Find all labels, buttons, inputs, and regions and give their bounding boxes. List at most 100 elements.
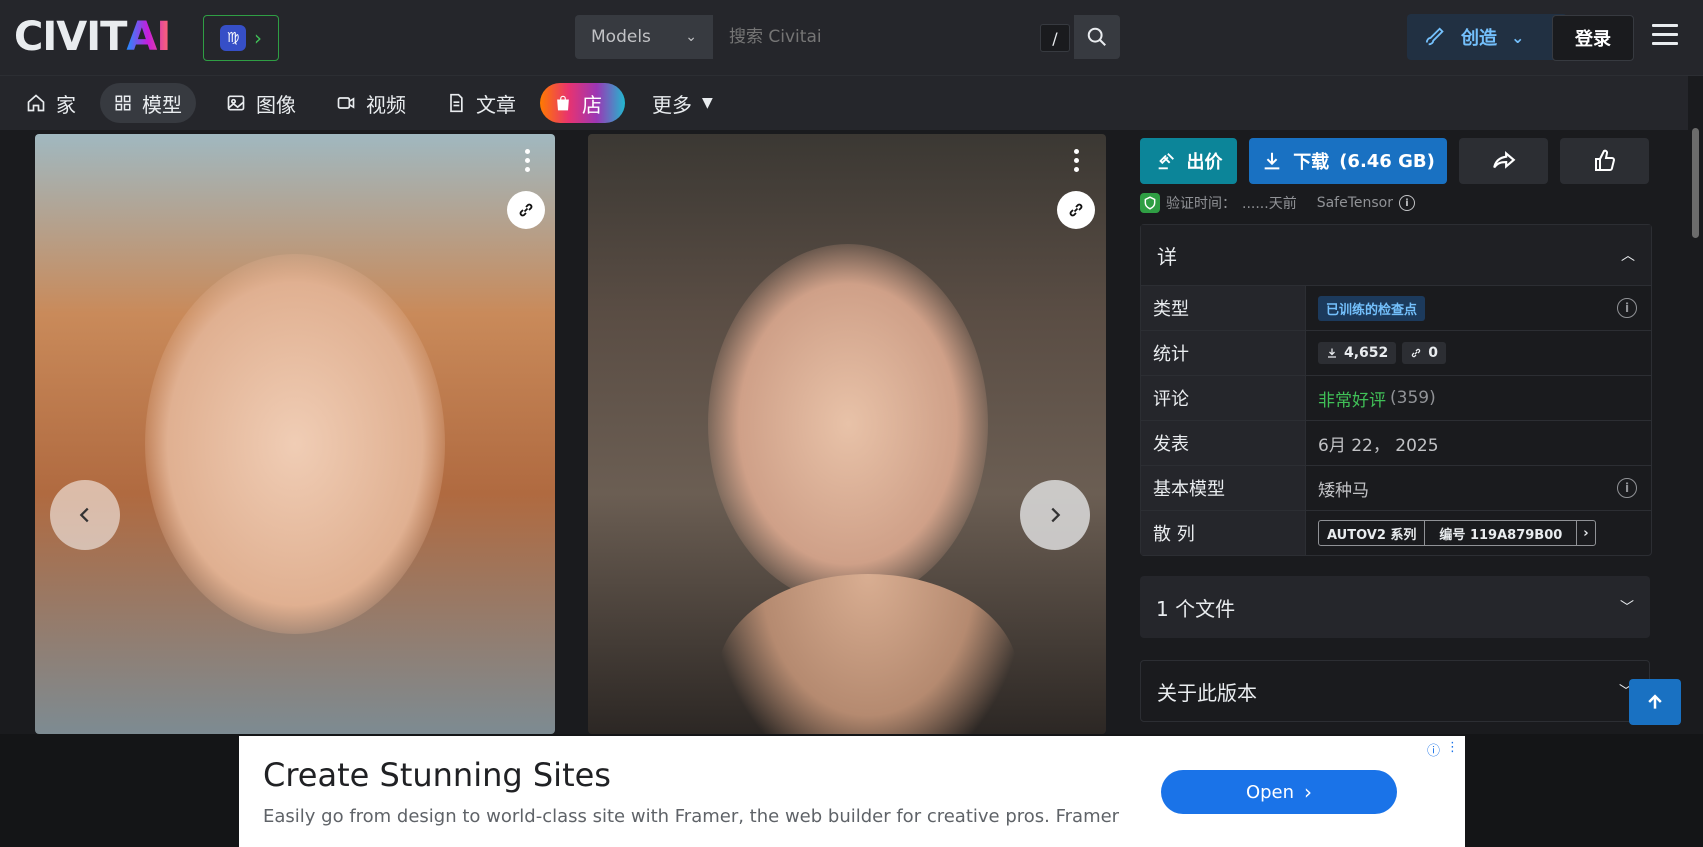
nav-label: 图像 xyxy=(256,92,296,117)
ad-description: Easily go from design to world-class sit… xyxy=(263,806,1120,827)
civitai-logo[interactable]: CIVIT AI xyxy=(14,17,171,57)
generation-count-badge: 0 xyxy=(1402,342,1447,364)
carousel-prev-button[interactable] xyxy=(50,480,120,550)
video-icon xyxy=(337,97,355,109)
ad-title[interactable]: Create Stunning Sites xyxy=(263,756,611,794)
info-icon[interactable]: i xyxy=(1617,298,1637,318)
ad-more-icon[interactable]: ⋮ xyxy=(1446,740,1459,759)
about-version-accordion[interactable]: 关于此版本 ﹀ xyxy=(1140,660,1650,722)
more-options-icon[interactable] xyxy=(522,149,532,179)
gallery-image[interactable] xyxy=(35,134,555,734)
verification-text: 验证时间： xyxy=(1166,196,1236,212)
review-count: (359) xyxy=(1390,388,1436,408)
details-header[interactable]: 详 ︿ xyxy=(1141,225,1651,286)
gavel-icon xyxy=(1158,153,1174,170)
page-scrollbar[interactable] xyxy=(1688,76,1703,734)
share-button[interactable] xyxy=(1459,138,1548,184)
download-size: (6.46 GB) xyxy=(1339,150,1435,172)
search-shortcut-key: / xyxy=(1040,24,1070,52)
detail-value: 已训练的检查点 i xyxy=(1306,286,1651,330)
hash-type[interactable]: AUTOV2 系列 xyxy=(1319,521,1426,545)
hash-value[interactable]: 编号 119A879B00 xyxy=(1425,521,1578,545)
detail-row-hash: 散 列 AUTOV2 系列 编号 119A879B00 › xyxy=(1141,511,1651,555)
nav-item-videos[interactable]: 视频 xyxy=(322,83,420,123)
nav-item-models[interactable]: 模型 xyxy=(100,83,196,123)
download-count: 4,652 xyxy=(1344,345,1389,361)
type-badge: 已训练的检查点 xyxy=(1318,295,1426,321)
search-button[interactable] xyxy=(1074,15,1120,59)
gallery-image[interactable] xyxy=(588,134,1106,734)
detail-key: 评论 xyxy=(1141,376,1306,420)
chevron-right-icon[interactable]: › xyxy=(1577,521,1594,545)
nav-item-more[interactable]: 更多 ▼ xyxy=(638,83,727,123)
nav-label: 店 xyxy=(582,92,602,117)
files-label: 1 个文件 xyxy=(1156,596,1236,621)
nav-label: 模型 xyxy=(142,92,182,117)
detail-key: 散 列 xyxy=(1141,511,1306,555)
info-icon[interactable]: i xyxy=(1399,195,1415,211)
thumbs-up-icon xyxy=(1594,149,1615,171)
details-accordion: 详 ︿ 类型 已训练的检查点 i 统计 4,652 0 评论 非常好评 (359… xyxy=(1140,224,1652,556)
about-label: 关于此版本 xyxy=(1157,680,1257,705)
home-icon xyxy=(27,94,45,112)
search-input[interactable] xyxy=(713,15,1074,59)
detail-value: 矮种马 i xyxy=(1306,466,1651,510)
hash-selector[interactable]: AUTOV2 系列 编号 119A879B00 › xyxy=(1318,520,1596,546)
main-nav: 家 模型 图像 视频 文章 店 更多 ▼ xyxy=(0,76,1703,130)
share-icon xyxy=(1492,151,1515,169)
chevron-right-icon: › xyxy=(1304,780,1313,804)
nav-item-shop[interactable]: 店 xyxy=(540,83,625,123)
chevron-up-icon: ︿ xyxy=(1621,248,1635,264)
shield-check-icon xyxy=(1140,193,1160,213)
detail-value: 4,652 0 xyxy=(1306,331,1651,375)
detail-key: 类型 xyxy=(1141,286,1306,330)
ad-info-icon[interactable]: ⓘ xyxy=(1427,740,1440,759)
document-icon xyxy=(450,93,463,113)
detail-row-base-model: 基本模型 矮种马 i xyxy=(1141,466,1651,511)
files-accordion[interactable]: 1 个文件 ﹀ xyxy=(1140,576,1650,638)
remix-link-icon[interactable] xyxy=(1057,191,1095,229)
nav-item-images[interactable]: 图像 xyxy=(212,83,310,123)
chevron-down-icon: ⌄ xyxy=(685,29,697,45)
nav-item-articles[interactable]: 文章 xyxy=(432,83,530,123)
bid-button[interactable]: 出价 xyxy=(1140,138,1237,184)
info-icon[interactable]: i xyxy=(1617,478,1637,498)
chevron-right-icon: › xyxy=(254,26,262,50)
ad-open-button[interactable]: Open › xyxy=(1161,770,1397,814)
scrollbar-thumb[interactable] xyxy=(1692,128,1699,238)
detail-row-published: 发表 6月 22， 2025 xyxy=(1141,421,1651,466)
generation-count: 0 xyxy=(1428,345,1439,361)
model-details-panel: 出价 下载 (6.46 GB) 验证时间： ......天前 SafeTenso… xyxy=(1140,138,1652,722)
chevron-right-icon xyxy=(1051,507,1061,523)
like-button[interactable] xyxy=(1560,138,1649,184)
caret-down-icon: ▼ xyxy=(702,95,713,111)
detail-row-type: 类型 已训练的检查点 i xyxy=(1141,286,1651,331)
creator-badge-button[interactable]: ♍ › xyxy=(203,15,279,61)
review-rating[interactable]: 非常好评 xyxy=(1318,386,1386,411)
detail-key: 发表 xyxy=(1141,421,1306,465)
bid-label: 出价 xyxy=(1186,152,1223,173)
nav-label: 家 xyxy=(56,92,76,117)
remix-link-icon[interactable] xyxy=(507,191,545,229)
nav-label: 更多 xyxy=(652,92,692,117)
more-options-icon[interactable] xyxy=(1071,149,1081,179)
search-icon xyxy=(1087,27,1106,46)
portrait-shoulders xyxy=(718,574,1018,734)
ad-choices[interactable]: ⓘ ⋮ xyxy=(1427,740,1459,759)
carousel-next-button[interactable] xyxy=(1020,480,1090,550)
ad-panel[interactable]: Create Stunning Sites Easily go from des… xyxy=(239,736,1465,847)
detail-value[interactable]: 非常好评 (359) xyxy=(1306,376,1651,420)
chevron-down-icon: ﹀ xyxy=(1620,600,1634,616)
detail-value: 6月 22， 2025 xyxy=(1318,435,1439,456)
create-button[interactable]: 创造 ⌄ xyxy=(1407,14,1567,60)
scroll-to-top-button[interactable] xyxy=(1629,679,1681,725)
create-label: 创造 xyxy=(1461,28,1497,49)
download-count-badge: 4,652 xyxy=(1318,342,1397,364)
download-button[interactable]: 下载 (6.46 GB) xyxy=(1249,138,1447,184)
nav-item-home[interactable]: 家 xyxy=(12,83,90,123)
top-bar: CIVITAI ♍ › Models ⌄ / 创造 ⌄ 登录 xyxy=(0,0,1703,76)
detail-row-reviews: 评论 非常好评 (359) xyxy=(1141,376,1651,421)
search-type-select[interactable]: Models ⌄ xyxy=(575,15,713,59)
login-button[interactable]: 登录 xyxy=(1552,15,1634,61)
hamburger-menu-icon[interactable] xyxy=(1652,24,1678,50)
